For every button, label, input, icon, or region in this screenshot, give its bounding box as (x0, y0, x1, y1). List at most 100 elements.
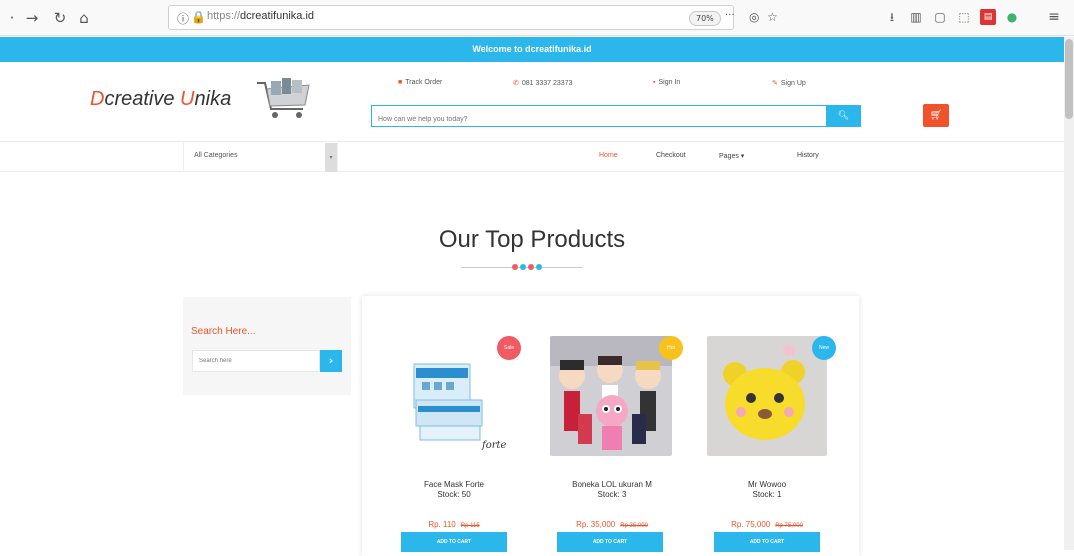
download-icon[interactable]: ⭳ (884, 9, 900, 25)
price-row: Rp. 110 Rp 115 (384, 514, 524, 532)
product-old-price: Rp 35,000 (620, 523, 648, 529)
library-icon[interactable]: ▥ (908, 9, 924, 25)
new-badge: New (812, 336, 836, 360)
product-image[interactable]: forte (402, 336, 506, 456)
sign-up-label: Sign Up (780, 80, 806, 87)
url-text[interactable]: https://dcreatifunika.id (207, 10, 314, 22)
badge-label: Sale (503, 345, 514, 351)
page-scrollbar[interactable] (1064, 37, 1074, 550)
add-to-cart-button[interactable]: ADD TO CART (401, 532, 507, 552)
divider-dot (512, 264, 518, 270)
url-host: dcreatifunika.id (240, 10, 315, 22)
logo-initial-u: U (180, 88, 195, 110)
zoom-level[interactable]: 70% (689, 11, 721, 26)
main-navbar: All Categories ▾ Home Checkout Pages ▾ H… (0, 141, 1064, 172)
phone-label: 081 3337 23373 (521, 80, 573, 87)
menu-icon[interactable]: ≡ (1046, 9, 1062, 25)
product-name[interactable]: Boneka LOL ukuran M (542, 480, 682, 490)
hot-badge: Hot (659, 336, 683, 360)
product-card[interactable]: Hot Boneka LOL ukuran M Stock: 3 Rp. 35,… (533, 296, 683, 556)
product-price: Rp. 35,000 (576, 520, 616, 529)
reload-icon[interactable]: ↻ (50, 8, 70, 28)
pocket-icon[interactable]: ◎ (749, 10, 759, 24)
shopping-cart-logo-icon (257, 78, 310, 118)
sidebar-search-button[interactable]: › (320, 350, 342, 372)
product-price: Rp. 110 (428, 520, 456, 529)
bookmark-star-icon[interactable]: ☆ (767, 10, 778, 24)
cart-button[interactable]: 🛒︎ (923, 104, 949, 127)
category-select[interactable]: All Categories ▾ (183, 143, 338, 172)
product-card[interactable]: forte Sale Face Mask Forte Stock: 50 Rp.… (384, 296, 524, 556)
svg-text:forte: forte (481, 440, 506, 451)
section-title: Our Top Products (438, 226, 626, 253)
face-mask-box-image: forte (402, 336, 506, 456)
product-image[interactable] (707, 336, 827, 456)
add-to-cart-button[interactable]: ADD TO CART (557, 532, 663, 552)
logo-initial-d: D (90, 88, 105, 110)
lock-icon: ▪ (653, 79, 656, 86)
chevron-down-icon: ▾ (325, 143, 337, 172)
nav-history[interactable]: History (797, 152, 819, 159)
sidebar-search-widget: Search Here... › (183, 297, 351, 395)
sign-in-label: Sign In (658, 79, 681, 86)
forward-icon[interactable]: → (22, 8, 42, 28)
lock-icon: 🔒 (191, 10, 206, 24)
extension-icon[interactable]: ⬚ (956, 9, 972, 25)
logo-word-1: creative (104, 88, 181, 110)
sidebar-search-title: Search Here... (191, 326, 256, 337)
track-order-link[interactable]: ■ Track Order (398, 79, 442, 86)
sidebar-icon[interactable]: ▢ (932, 9, 948, 25)
pen-icon: ✎ (772, 80, 778, 87)
divider-dot (528, 264, 534, 270)
product-name[interactable]: Mr Wowoo (697, 480, 837, 490)
badge-label: New (818, 345, 829, 351)
product-price: Rp. 75,000 (731, 520, 771, 529)
sidebar-search-input[interactable] (192, 350, 320, 372)
search-input[interactable] (372, 109, 822, 130)
nav-checkout[interactable]: Checkout (656, 152, 686, 159)
nav-home[interactable]: Home (599, 152, 618, 159)
mr-wowoo-image (707, 336, 827, 456)
lol-doll-image (550, 336, 672, 456)
cart-icon: 🛒︎ (929, 110, 943, 121)
product-image[interactable] (550, 336, 672, 456)
grammar-extension-icon[interactable]: ● (1004, 9, 1020, 25)
add-to-cart-button[interactable]: ADD TO CART (714, 532, 820, 552)
truck-icon: ■ (398, 79, 403, 86)
badge-label: Hot (667, 345, 675, 351)
more-actions-icon[interactable]: ··· (725, 10, 735, 21)
site-logo[interactable]: Dcreative Unika (90, 88, 231, 111)
sign-up-link[interactable]: ✎ Sign Up (772, 79, 806, 87)
product-stock: Stock: 1 (752, 490, 782, 499)
welcome-banner: Welcome to dcreatifunika.id (0, 37, 1064, 62)
sign-in-link[interactable]: ▪ Sign In (653, 79, 680, 86)
address-bar[interactable]: ⓘ 🔒 https://dcreatifunika.id 70% ··· ◎ ☆ (168, 5, 778, 30)
track-order-label: Track Order (405, 79, 443, 86)
back-icon[interactable]: · (2, 8, 22, 28)
price-row: Rp. 75,000 Rp 75,000 (697, 514, 837, 532)
divider-dot (520, 264, 526, 270)
scrollbar-thumb[interactable] (1065, 39, 1073, 119)
category-selected-label: All Categories (194, 152, 238, 159)
pdf-extension-icon[interactable]: ▤ (980, 9, 996, 25)
search-icon: 🔍︎ (837, 111, 850, 121)
page-info-icon[interactable]: ⓘ (177, 10, 189, 27)
product-name[interactable]: Face Mask Forte (384, 480, 524, 490)
product-old-price: Rp 75,000 (775, 523, 803, 529)
search-button[interactable]: 🔍︎ (826, 105, 861, 127)
price-row: Rp. 35,000 Rp 35,000 (542, 514, 682, 532)
product-old-price: Rp 115 (460, 523, 480, 529)
product-card[interactable]: New Mr Wowoo Stock: 1 Rp. 75,000 Rp 75,00… (691, 296, 836, 556)
phone-icon: ✆ (513, 80, 519, 87)
products-panel: forte Sale Face Mask Forte Stock: 50 Rp.… (362, 296, 859, 556)
browser-toolbar: · → ↻ ⌂ ⓘ 🔒 https://dcreatifunika.id 70%… (0, 0, 1074, 36)
site-search: 🔍︎ (371, 105, 861, 130)
sale-badge: Sale (497, 336, 521, 360)
logo-word-2: nika (194, 88, 232, 110)
phone-link[interactable]: ✆ 081 3337 23373 (513, 79, 572, 87)
product-stock: Stock: 50 (437, 490, 471, 499)
nav-pages[interactable]: Pages ▾ (719, 152, 744, 160)
home-icon[interactable]: ⌂ (74, 8, 94, 28)
product-stock: Stock: 3 (597, 490, 627, 499)
divider-dot (536, 264, 542, 270)
